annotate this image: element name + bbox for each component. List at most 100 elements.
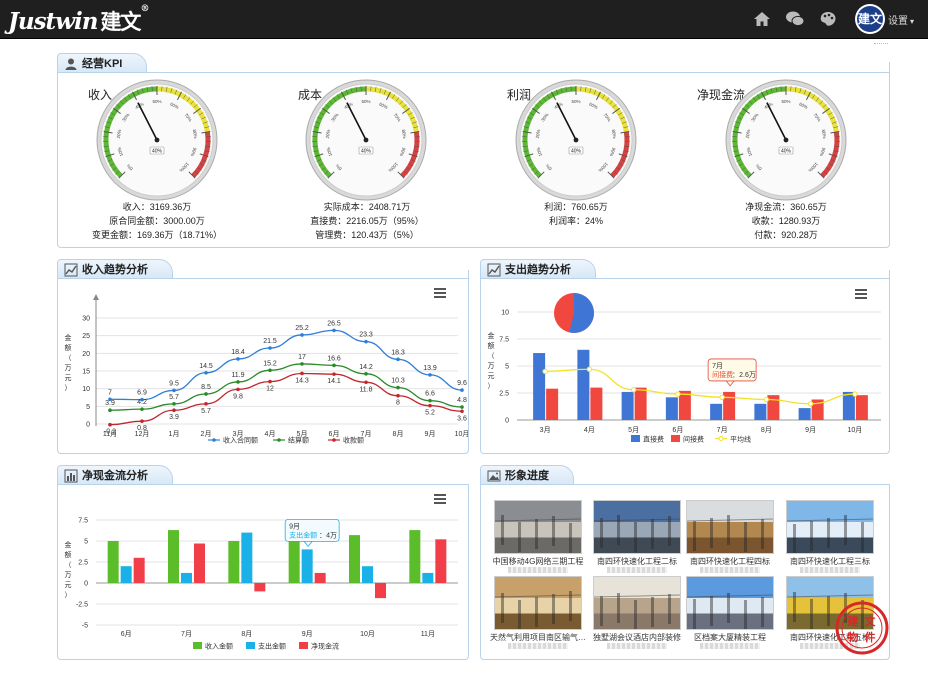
y-tick-label: 5	[505, 364, 509, 371]
structure-beam	[634, 600, 637, 629]
structure-beam	[744, 600, 747, 629]
data-point	[396, 385, 400, 390]
data-point	[300, 371, 304, 376]
data-point	[236, 380, 240, 384]
gauge-info-profit: 利润：760.65万 利润率：24%	[476, 200, 676, 228]
info-line: 直接费：2216.05万（95%）	[310, 216, 424, 226]
data-point	[332, 328, 336, 333]
y-axis-label: 万	[65, 364, 72, 372]
y-tick-label: 30	[82, 316, 90, 323]
svg-text:文: 文	[865, 614, 877, 628]
progress-thumbnail[interactable]	[786, 500, 874, 554]
thumbnail-graphic	[687, 593, 773, 629]
svg-text:物: 物	[848, 630, 859, 644]
bar-indirect	[634, 387, 647, 420]
palette-icon[interactable]	[818, 10, 838, 28]
bar-direct	[665, 397, 678, 420]
bar-net	[375, 583, 386, 599]
structure-beam	[518, 600, 521, 629]
data-label: 14.2	[359, 364, 373, 371]
progress-thumbnail[interactable]	[494, 576, 582, 630]
data-point	[140, 407, 144, 411]
x-tick-label: 4月	[265, 430, 276, 438]
gauge-scale-label: 50%	[571, 99, 580, 104]
data-label: 17	[298, 354, 306, 361]
chat-icon[interactable]	[785, 10, 805, 28]
data-point	[204, 370, 208, 375]
progress-subcaption-blurred	[607, 643, 667, 649]
data-label: 8.5	[201, 384, 211, 391]
progress-thumbnail[interactable]	[494, 500, 582, 554]
data-label: 16.6	[327, 355, 341, 362]
structure-beam	[793, 524, 796, 553]
gauge-scale-label: 50%	[781, 99, 790, 104]
bar-income	[409, 530, 421, 583]
progress-caption[interactable]: 南四环快速化工程三标	[780, 556, 880, 567]
data-label: 9.8	[233, 393, 243, 400]
tooltip-arrow	[725, 380, 735, 387]
gauge-readout-value: 40%	[152, 149, 163, 155]
structure-line	[687, 594, 773, 598]
progress-caption[interactable]: 天然气利用项目南区输气…	[488, 632, 588, 643]
cash-menu-icon[interactable]	[434, 494, 446, 504]
caret-down-icon: ▾	[910, 17, 915, 26]
legend-swatch	[246, 642, 255, 649]
data-point	[332, 363, 336, 368]
data-label: 11.9	[231, 372, 244, 379]
cash-tab: 净现金流分析	[57, 465, 173, 485]
progress-thumbnail[interactable]	[593, 500, 681, 554]
progress-thumbnail[interactable]	[593, 576, 681, 630]
structure-beam	[810, 599, 813, 629]
legend-marker	[718, 436, 724, 441]
structure-beam	[668, 594, 671, 624]
tooltip-value: ：4万	[319, 531, 337, 539]
chart-tooltip: 7月间接费 ：2.6万	[707, 358, 757, 387]
progress-thumbnail[interactable]	[686, 576, 774, 630]
data-label: 13.9	[423, 365, 437, 372]
expense-title: 支出趋势分析	[505, 264, 571, 276]
progress-caption[interactable]: 独墅湖会议酒店内部装修	[587, 632, 687, 643]
progress-caption[interactable]: 南四环快速化工程四标	[680, 556, 780, 567]
avatar[interactable]: 建文	[855, 4, 885, 34]
structure-beam	[827, 596, 830, 626]
data-point	[108, 408, 112, 413]
structure-beam	[617, 593, 620, 623]
progress-subcaption-blurred	[800, 567, 860, 573]
bar-expense	[422, 572, 434, 583]
x-tick-label: 11月	[421, 630, 435, 638]
y-axis-label: ）	[65, 591, 72, 599]
legend-label: 直接费	[643, 435, 664, 444]
legend-marker	[277, 438, 281, 442]
structure-line	[495, 594, 581, 598]
average-point	[630, 387, 637, 393]
progress-thumbnail[interactable]	[686, 500, 774, 554]
data-point	[396, 393, 400, 398]
series-line	[109, 372, 463, 426]
info-line: 收入：3169.36万	[122, 202, 192, 212]
bar-direct	[621, 391, 634, 420]
structure-beam	[710, 596, 713, 626]
y-axis-label: 额	[488, 341, 495, 350]
data-point	[428, 398, 432, 403]
info-line: 净现金流：360.65万	[745, 202, 827, 212]
x-tick-label: 9月	[425, 430, 436, 438]
progress-caption[interactable]: 中国移动4G网络三期工程	[488, 556, 588, 567]
x-tick-label: 9月	[805, 426, 816, 434]
x-tick-label: 3月	[540, 426, 551, 434]
progress-caption[interactable]: 南四环快速化工程二标	[587, 556, 687, 567]
bar-expense	[301, 549, 313, 583]
y-tick-label: 20	[82, 351, 90, 358]
x-tick-label: 8月	[241, 630, 252, 638]
legend-label: 间接费	[683, 435, 704, 444]
gauge-info-cashflow: 净现金流：360.65万 收款：1280.93万 付款：920.28万	[686, 200, 886, 242]
structure-beam	[710, 518, 713, 548]
structure-beam	[552, 594, 555, 624]
home-icon[interactable]	[752, 10, 772, 28]
info-line: 管理费：120.43万（5%）	[315, 230, 419, 240]
gauge-readout-value: 40%	[571, 149, 582, 155]
seal-stamp: 建 文 物 件	[835, 601, 889, 655]
structure-beam	[535, 597, 538, 627]
progress-caption[interactable]: 区档案大厦精装工程	[680, 632, 780, 643]
settings-menu[interactable]: 设置 ▾	[888, 12, 914, 27]
tooltip-title: 9月	[289, 522, 300, 530]
